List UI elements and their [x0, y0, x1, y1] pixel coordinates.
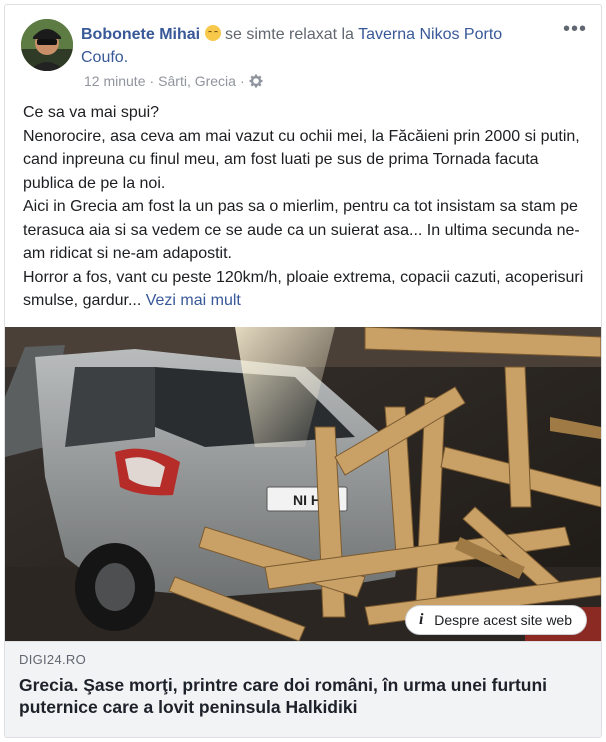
meta-separator: ·	[239, 73, 245, 89]
author-avatar[interactable]	[21, 19, 73, 71]
post-header: Bobonete Mihai se simte relaxat la Taver…	[5, 5, 601, 97]
gear-icon[interactable]	[249, 74, 263, 88]
post-line: Aici in Grecia am fost la un pas sa o mi…	[23, 198, 580, 262]
post-location[interactable]: Sârti, Grecia	[158, 73, 236, 89]
link-domain: DIGI24.RO	[19, 652, 86, 667]
avatar-photo	[21, 19, 73, 71]
meta-separator: ·	[149, 73, 155, 89]
post-line: Ce sa va mai spui?	[23, 104, 160, 121]
post-meta: 12 minute · Sârti, Grecia ·	[84, 73, 263, 89]
storm-damage-photo: NI H	[5, 327, 601, 641]
feeling-text: se simte relaxat la	[225, 26, 354, 43]
post-line: Nenorocire, asa ceva am mai vazut cu och…	[23, 127, 580, 192]
more-options-button[interactable]: •••	[563, 19, 587, 39]
link-title[interactable]: Grecia. Şase morţi, printre care doi rom…	[19, 674, 587, 718]
license-plate-text: NI H	[293, 492, 321, 508]
post-time[interactable]: 12 minute	[84, 73, 145, 89]
relieved-face-emoji-icon	[204, 25, 221, 41]
post-line-text: Horror a fos, vant cu peste 120km/h, plo…	[23, 268, 584, 310]
site-info-label: Despre acest site web	[434, 612, 572, 628]
post-line-last: Horror a fos, vant cu peste 120km/h, plo…	[23, 266, 593, 313]
info-icon: i	[419, 611, 424, 628]
author-name[interactable]: Bobonete Mihai	[81, 26, 200, 43]
site-info-button[interactable]: i Despre acest site web	[405, 605, 587, 635]
post-card: Bobonete Mihai se simte relaxat la Taver…	[4, 4, 602, 738]
post-header-text: Bobonete Mihai se simte relaxat la Taver…	[81, 23, 551, 69]
link-preview[interactable]: DIGI24.RO Grecia. Şase morţi, printre ca…	[5, 641, 601, 737]
link-preview-image[interactable]: NI H i Despre acest site web	[5, 327, 601, 641]
post-body: Ce sa va mai spui? Nenorocire, asa ceva …	[23, 101, 593, 313]
see-more-link[interactable]: Vezi mai mult	[146, 292, 241, 309]
